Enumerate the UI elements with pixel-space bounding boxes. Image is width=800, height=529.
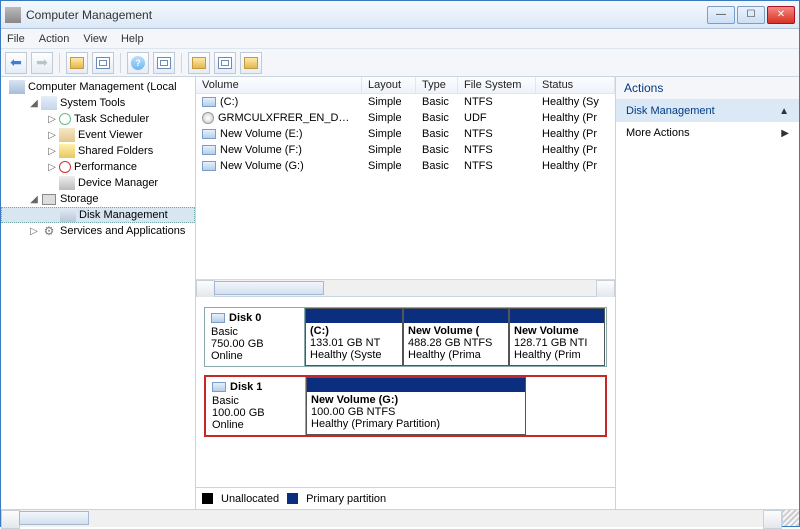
actions-more[interactable]: More Actions ▶ (616, 122, 799, 144)
partition[interactable]: New Volume (G:) 100.00 GB NTFS Healthy (… (306, 377, 526, 435)
partition[interactable]: New Volume 128.71 GB NTI Healthy (Prim (509, 308, 605, 366)
tree-root[interactable]: Computer Management (Local (1, 79, 195, 95)
expand-icon[interactable]: ▷ (45, 162, 59, 173)
window-controls: — ☐ ✕ (707, 6, 795, 24)
volume-row[interactable]: GRMCULXFRER_EN_DVD (D:)SimpleBasicUDFHea… (196, 110, 615, 126)
performance-icon (59, 161, 71, 173)
legend-swatch-unallocated (202, 493, 213, 504)
back-button[interactable]: ⬅ (5, 52, 27, 74)
disk-0-row[interactable]: Disk 0 Basic 750.00 GB Online (C:) 133.0… (204, 307, 607, 367)
legend-primary: Primary partition (306, 493, 386, 505)
partition[interactable]: New Volume ( 488.28 GB NTFS Healthy (Pri… (403, 308, 509, 366)
collapse-icon[interactable]: ◢ (27, 98, 41, 109)
disk-icon (60, 208, 76, 222)
toolbar-button-6[interactable] (240, 52, 262, 74)
tree-task-scheduler[interactable]: ▷Task Scheduler (1, 111, 195, 127)
tree-event-viewer[interactable]: ▷Event Viewer (1, 127, 195, 143)
resize-grip[interactable] (782, 510, 799, 526)
tree-system-tools[interactable]: ◢System Tools (1, 95, 195, 111)
drive-icon (202, 97, 216, 107)
titlebar[interactable]: Computer Management — ☐ ✕ (1, 1, 799, 29)
actions-pane: Actions Disk Management ▲ More Actions ▶ (616, 77, 799, 509)
volume-header-row: Volume Layout Type File System Status (196, 77, 615, 94)
drive-icon (211, 313, 225, 323)
toolbar-button-1[interactable] (66, 52, 88, 74)
scroll-thumb[interactable] (19, 511, 89, 525)
drive-icon (202, 129, 216, 139)
close-button[interactable]: ✕ (767, 6, 795, 24)
horizontal-scrollbar[interactable] (196, 279, 615, 296)
collapse-icon[interactable]: ◢ (27, 194, 41, 205)
navigation-tree: Computer Management (Local ◢System Tools… (1, 77, 196, 509)
tree-shared-folders[interactable]: ▷Shared Folders (1, 143, 195, 159)
tree-services[interactable]: ▷Services and Applications (1, 223, 195, 239)
tree-disk-management[interactable]: Disk Management (1, 207, 195, 223)
status-bar (1, 509, 799, 526)
legend-unallocated: Unallocated (221, 493, 279, 505)
menu-file[interactable]: File (7, 33, 25, 45)
disk-graphical-view: Disk 0 Basic 750.00 GB Online (C:) 133.0… (196, 297, 615, 487)
event-icon (59, 128, 75, 142)
toolbar-button-4[interactable] (188, 52, 210, 74)
col-volume[interactable]: Volume (196, 77, 362, 93)
main-content: Computer Management (Local ◢System Tools… (1, 77, 799, 509)
folder-icon (59, 144, 75, 158)
menu-bar: File Action View Help (1, 29, 799, 49)
volume-list: Volume Layout Type File System Status (C… (196, 77, 615, 297)
scroll-thumb[interactable] (214, 281, 324, 295)
expand-icon[interactable]: ▷ (45, 130, 59, 141)
disk-1-label[interactable]: Disk 1 Basic 100.00 GB Online (206, 377, 306, 435)
menu-view[interactable]: View (83, 33, 107, 45)
drive-icon (212, 382, 226, 392)
app-icon (5, 7, 21, 23)
menu-action[interactable]: Action (39, 33, 70, 45)
menu-help[interactable]: Help (121, 33, 144, 45)
disk-0-label[interactable]: Disk 0 Basic 750.00 GB Online (205, 308, 305, 366)
actions-section[interactable]: Disk Management ▲ (616, 100, 799, 122)
volume-rows: (C:)SimpleBasicNTFSHealthy (Sy GRMCULXFR… (196, 94, 615, 279)
minimize-button[interactable]: — (707, 6, 735, 24)
expand-icon[interactable]: ▷ (45, 146, 59, 157)
volume-row[interactable]: New Volume (G:)SimpleBasicNTFSHealthy (P… (196, 158, 615, 174)
volume-row[interactable]: New Volume (F:)SimpleBasicNTFSHealthy (P… (196, 142, 615, 158)
col-type[interactable]: Type (416, 77, 458, 93)
maximize-button[interactable]: ☐ (737, 6, 765, 24)
tree-storage[interactable]: ◢Storage (1, 191, 195, 207)
device-icon (59, 176, 75, 190)
center-pane: Volume Layout Type File System Status (C… (196, 77, 616, 509)
disk-1-row[interactable]: Disk 1 Basic 100.00 GB Online New Volume… (204, 375, 607, 437)
actions-title: Actions (616, 77, 799, 100)
tree-performance[interactable]: ▷Performance (1, 159, 195, 175)
toolbar: ⬅ ➡ ? (1, 49, 799, 77)
drive-icon (202, 161, 216, 171)
volume-row[interactable]: New Volume (E:)SimpleBasicNTFSHealthy (P… (196, 126, 615, 142)
toolbar-button-5[interactable] (214, 52, 236, 74)
help-button[interactable]: ? (127, 52, 149, 74)
clock-icon (59, 113, 71, 125)
gear-icon (41, 224, 57, 238)
storage-icon (41, 192, 57, 206)
toolbar-button-3[interactable] (153, 52, 175, 74)
chevron-up-icon: ▲ (779, 106, 789, 117)
cd-icon (202, 112, 214, 124)
tools-icon (41, 96, 57, 110)
management-icon (9, 80, 25, 94)
forward-button[interactable]: ➡ (31, 52, 53, 74)
volume-row[interactable]: (C:)SimpleBasicNTFSHealthy (Sy (196, 94, 615, 110)
tree-device-manager[interactable]: Device Manager (1, 175, 195, 191)
col-layout[interactable]: Layout (362, 77, 416, 93)
drive-icon (202, 145, 216, 155)
expand-icon[interactable]: ▷ (45, 114, 59, 125)
window-title: Computer Management (26, 8, 707, 22)
toolbar-button-2[interactable] (92, 52, 114, 74)
legend: Unallocated Primary partition (196, 487, 615, 509)
legend-swatch-primary (287, 493, 298, 504)
expand-icon[interactable]: ▷ (27, 226, 41, 237)
col-status[interactable]: Status (536, 77, 615, 93)
partition[interactable]: (C:) 133.01 GB NT Healthy (Syste (305, 308, 403, 366)
col-fs[interactable]: File System (458, 77, 536, 93)
chevron-right-icon: ▶ (781, 128, 789, 139)
tree-scrollbar[interactable] (1, 510, 782, 527)
